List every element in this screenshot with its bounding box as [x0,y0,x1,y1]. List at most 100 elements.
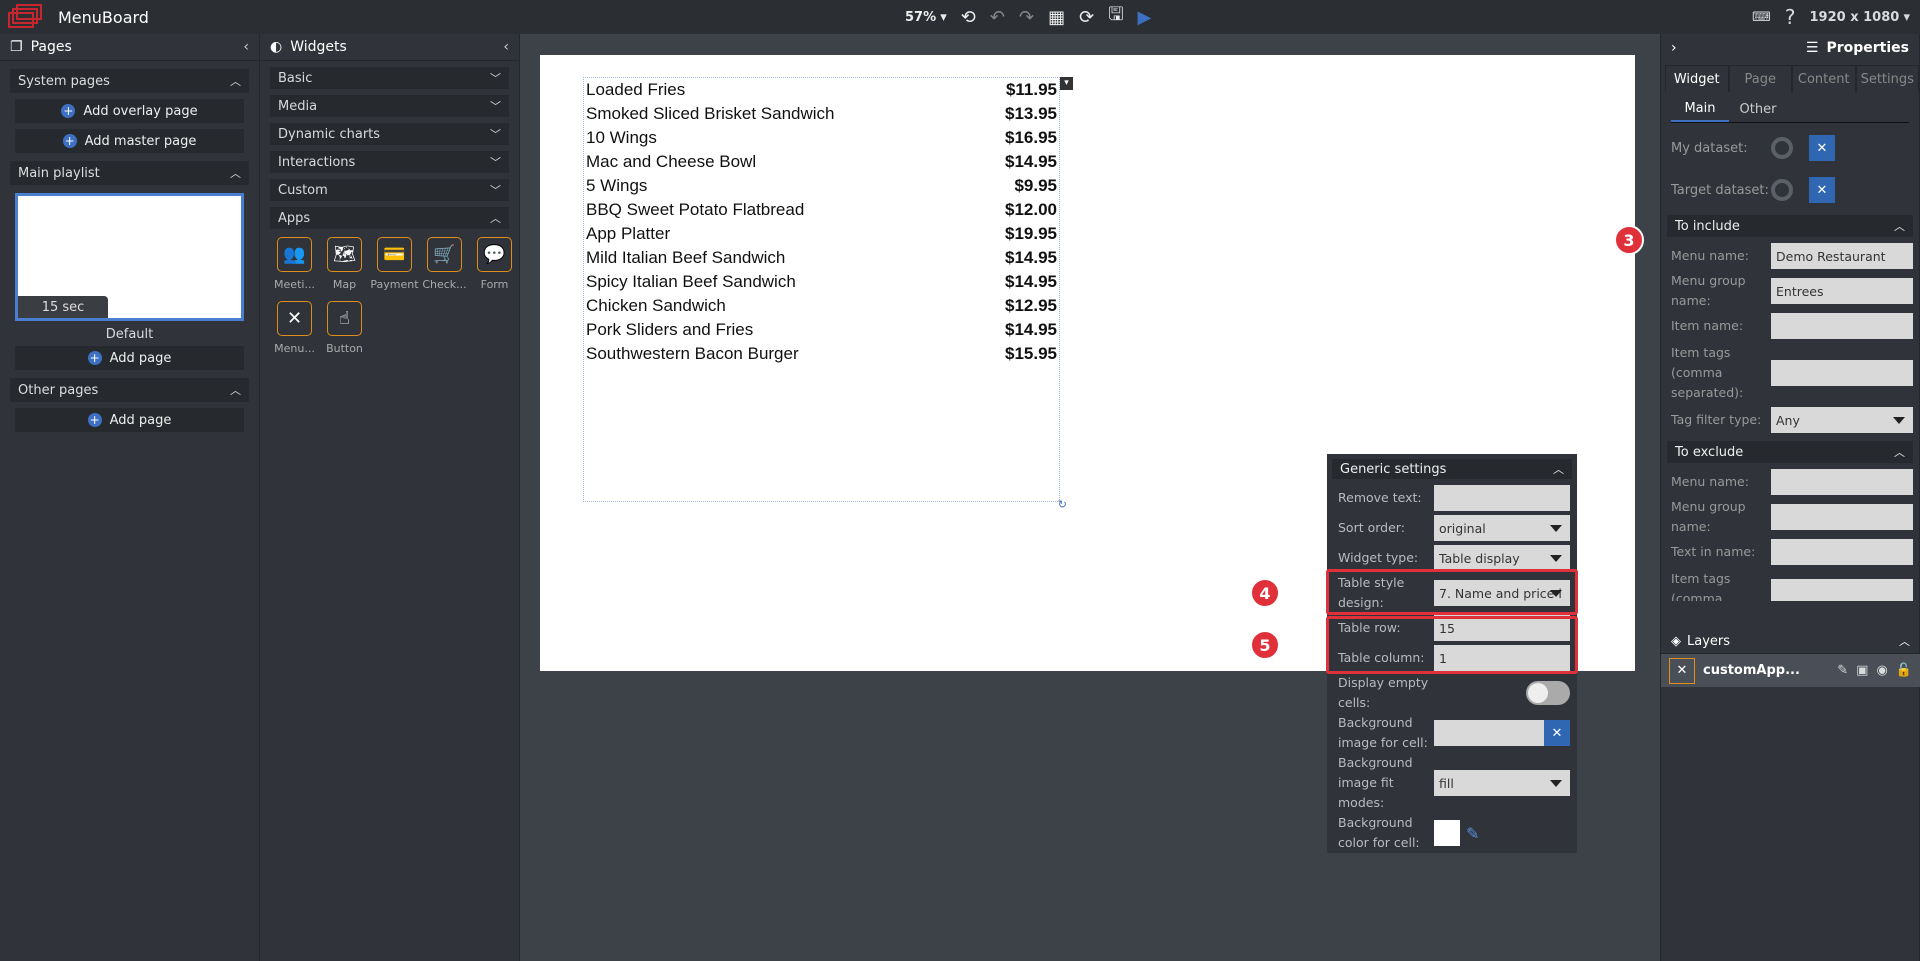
include-menu-name-input[interactable]: Demo Restaurant [1771,243,1913,269]
grid-icon[interactable]: ▦ [1048,7,1065,28]
help-icon[interactable]: ? [1785,5,1796,29]
app-widget[interactable]: 🛒 Check... [420,237,469,291]
widget-section-basic[interactable]: Basic ﹀ [270,67,509,89]
chevron-up-icon: ︿ [230,384,241,397]
generic-settings-header[interactable]: Generic settings ︿ [1332,459,1572,479]
resolution-dropdown[interactable]: 1920 x 1080 ▾ [1810,10,1910,25]
exclude-text-in-name-input[interactable] [1771,539,1913,565]
add-master-page-button[interactable]: + Add master page [15,129,244,153]
collapse-widgets-icon[interactable]: ‹ [503,39,509,55]
menu-item-name: BBQ Sweet Potato Flatbread [586,200,805,219]
dataset-picker-icon[interactable] [1771,137,1793,159]
clear-target-dataset-button[interactable]: ✕ [1809,177,1835,203]
menu-item-row: Pork Sliders and Fries $14.95 [584,318,1059,342]
menu-widget[interactable]: Loaded Fries $11.95 Smoked Sliced Brisket … [583,77,1073,511]
app-widget[interactable]: ✕ Menu... [270,301,319,355]
history-icon[interactable]: ⟲ [961,7,976,28]
background-color-swatch[interactable] [1434,820,1460,846]
menu-item-price: $14.95 [1005,272,1057,291]
app-widget[interactable]: 👥 Meeti... [270,237,319,291]
to-exclude-section[interactable]: To exclude ︿ [1667,441,1913,463]
page-thumbnail[interactable]: 15 sec [15,193,244,321]
apps-section[interactable]: Apps ︿ [270,207,509,229]
to-include-section[interactable]: To include ︿ [1667,215,1913,237]
tab-page[interactable]: Page [1728,65,1792,92]
tab-settings[interactable]: Settings [1855,65,1919,92]
layers-header[interactable]: ◈ Layers ︿ [1661,629,1920,654]
menu-item-row: App Platter $19.95 [584,222,1059,246]
sort-order-select[interactable]: original [1434,515,1570,541]
add-page-button[interactable]: + Add page [15,346,244,370]
visibility-icon[interactable]: ◉ [1876,663,1887,678]
menu-item-row: 10 Wings $16.95 [584,126,1059,150]
menu-item-row: Loaded Fries $11.95 [584,78,1059,102]
menu-item-name: Mac and Cheese Bowl [586,152,757,171]
main-playlist-section[interactable]: Main playlist ︿ [10,161,249,185]
include-item-name-input[interactable] [1771,313,1913,339]
widget-section-media[interactable]: Media ﹀ [270,95,509,117]
chevron-down-icon: ﹀ [490,128,501,141]
layer-item[interactable]: ✕ customApp... ✎ ▣ ◉ 🔓 [1661,654,1920,687]
include-item-tags-input[interactable] [1771,360,1913,386]
play-icon[interactable]: ▶ [1138,7,1152,28]
app-widget[interactable]: 🗺 Map [320,237,369,291]
exclude-menu-name-input[interactable] [1771,469,1913,495]
dataset-picker-icon[interactable] [1771,179,1793,201]
chevron-down-icon: ﹀ [490,100,501,113]
refresh-icon[interactable]: ⟳ [1079,7,1094,28]
menu-item-name: Pork Sliders and Fries [586,320,754,339]
tab-widget[interactable]: Widget [1665,65,1729,92]
widget-menu-icon[interactable]: ▾ [1060,77,1073,90]
add-overlay-page-button[interactable]: + Add overlay page [15,99,244,123]
collapse-pages-icon[interactable]: ‹ [243,39,249,55]
rotate-handle-icon[interactable]: ↻ [1058,498,1067,511]
expand-icon[interactable]: › [1671,40,1677,56]
widget-section-custom[interactable]: Custom ﹀ [270,179,509,201]
background-image-input[interactable] [1434,720,1544,746]
menu-item-name: Southwestern Bacon Burger [586,344,799,363]
menu-item-name: Smoked Sliced Brisket Sandwich [586,104,835,123]
subtab-other[interactable]: Other [1729,96,1787,122]
exclude-menu-group-input[interactable] [1771,504,1913,530]
eyedropper-icon[interactable]: ✎ [1466,824,1479,843]
unlock-icon[interactable]: 🔓 [1896,663,1912,678]
app-widget[interactable]: ☝ Button [320,301,369,355]
chevron-up-icon: ︿ [490,212,501,225]
display-empty-cells-toggle[interactable] [1526,681,1570,705]
menu-item-name: Loaded Fries [586,80,686,99]
tag-filter-select[interactable]: Any [1771,407,1913,433]
redo-icon[interactable]: ↷ [1019,7,1034,28]
clear-background-image-button[interactable]: ✕ [1544,720,1570,746]
subtab-main[interactable]: Main [1671,96,1729,122]
menu-item-price: $11.95 [1005,80,1057,99]
system-pages-section[interactable]: System pages ︿ [10,69,249,93]
exclude-item-tags-input[interactable] [1771,579,1913,601]
chevron-up-icon: ︿ [1553,463,1564,476]
save-icon[interactable]: 🖫 [1108,2,1123,32]
step-badge-3: 3 [1614,225,1644,255]
highlight-table-row-column [1326,616,1578,674]
app-widget[interactable]: 💳 Payment [370,237,419,291]
remove-text-input[interactable] [1434,485,1570,511]
app-widget[interactable]: 💬 Form [470,237,519,291]
tab-content[interactable]: Content [1792,65,1856,92]
plus-icon: + [87,413,102,427]
clear-my-dataset-button[interactable]: ✕ [1809,135,1835,161]
add-page-other-button[interactable]: + Add page [15,408,244,432]
keyboard-icon[interactable]: ⌨ [1752,10,1771,25]
frame-icon[interactable]: ▣ [1856,663,1868,678]
widget-section-dynamic-charts[interactable]: Dynamic charts ﹀ [270,123,509,145]
menu-item-name: Chicken Sandwich [586,296,726,315]
menu-item-name: Mild Italian Beef Sandwich [586,248,786,267]
widget-type-select[interactable]: Table display [1434,545,1570,571]
fit-mode-select[interactable]: fill [1434,770,1570,796]
widget-section-interactions[interactable]: Interactions ﹀ [270,151,509,173]
thumbnail-name: Default [105,327,154,342]
zoom-dropdown[interactable]: 57% ▾ [905,10,947,25]
undo-icon[interactable]: ↶ [990,7,1005,28]
edit-icon[interactable]: ✎ [1837,663,1848,678]
include-menu-group-input[interactable]: Entrees [1771,278,1913,304]
form-icon: 💬 [477,237,512,272]
menu-item-price: $14.95 [1005,320,1057,339]
other-pages-section[interactable]: Other pages ︿ [10,378,249,402]
